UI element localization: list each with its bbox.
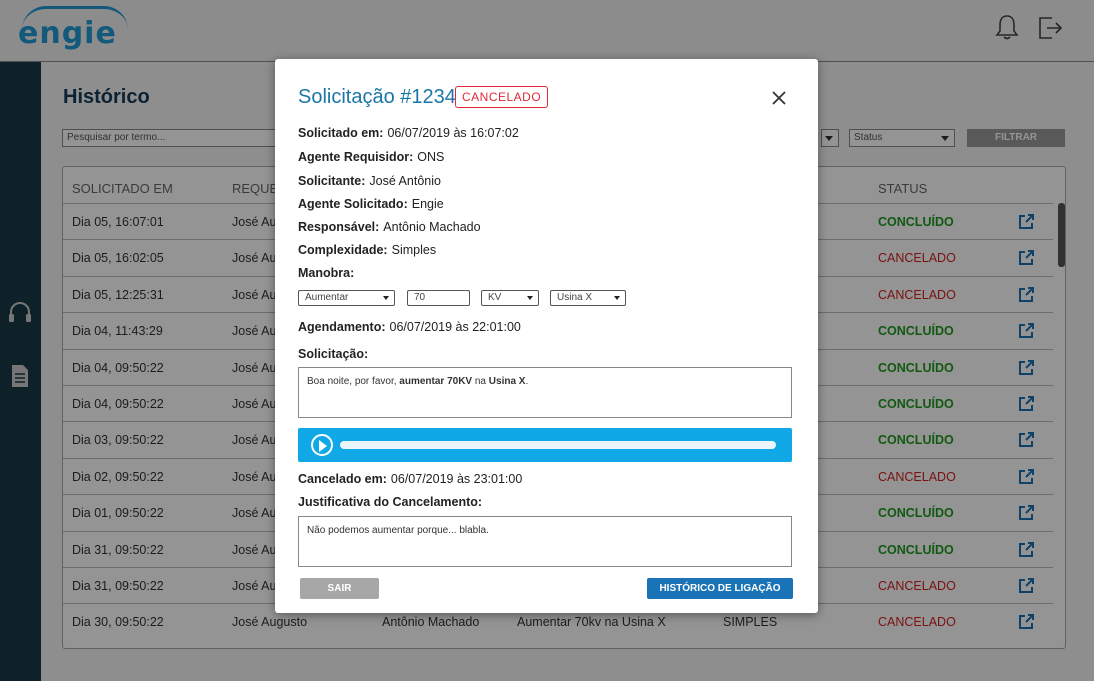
request-label: Solicitação: xyxy=(298,347,368,361)
request-text-bold: aumentar 70KV xyxy=(399,376,473,387)
canceled-at-field: Cancelado em: 06/07/2019 às 23:01:00 xyxy=(298,472,522,486)
call-history-button[interactable]: HISTÓRICO DE LIGAÇÃO xyxy=(647,578,793,599)
justification-textbox[interactable]: Não podemos aumentar porque... blabla. xyxy=(298,516,792,567)
requester-label: Solicitante: xyxy=(298,174,366,188)
schedule-value: 06/07/2019 às 22:01:00 xyxy=(389,320,521,334)
justification-label-text: Justificativa do Cancelamento: xyxy=(298,495,483,509)
requested-agent-field: Agente Solicitado: Engie xyxy=(298,197,444,211)
request-textbox: Boa noite, por favor, aumentar 70KV na U… xyxy=(298,367,792,418)
complexity-field: Complexidade: Simples xyxy=(298,243,436,257)
schedule-field: Agendamento: 06/07/2019 às 22:01:00 xyxy=(298,320,521,334)
exit-button[interactable]: SAIR xyxy=(300,578,379,599)
responsible-label: Responsável: xyxy=(298,220,380,234)
play-icon[interactable] xyxy=(311,434,333,456)
request-label-text: Solicitação: xyxy=(298,347,369,361)
maneuver-value-text: 70 xyxy=(414,292,426,303)
request-text-part: Boa noite, por favor, xyxy=(307,376,400,387)
maneuver-value-input[interactable]: 70 xyxy=(407,290,470,306)
schedule-label: Agendamento: xyxy=(298,320,386,334)
requested-at-label: Solicitado em: xyxy=(298,126,384,140)
maneuver-action-select[interactable]: Aumentar xyxy=(298,290,395,306)
request-text-part: . xyxy=(525,376,529,387)
justification-label: Justificativa do Cancelamento: xyxy=(298,495,482,509)
responsible-value: Antônio Machado xyxy=(383,220,481,234)
maneuver-unit-value: KV xyxy=(488,292,502,303)
maneuver-plant-value: Usina X xyxy=(557,292,593,303)
request-text-bold: Usina X xyxy=(488,376,526,387)
requester-value: José Antônio xyxy=(369,174,441,188)
request-details-modal: Solicitação #1234 CANCELADO Solicitado e… xyxy=(275,59,818,613)
audio-player xyxy=(298,428,792,462)
requester-agent-label: Agente Requisidor: xyxy=(298,150,414,164)
maneuver-label: Manobra: xyxy=(298,266,354,280)
maneuver-unit-select[interactable]: KV xyxy=(481,290,539,306)
maneuver-plant-select[interactable]: Usina X xyxy=(550,290,626,306)
maneuver-label-text: Manobra: xyxy=(298,266,355,280)
canceled-at-value: 06/07/2019 às 23:01:00 xyxy=(390,472,523,486)
complexity-value: Simples xyxy=(391,243,437,257)
modal-title: Solicitação #1234 xyxy=(298,86,456,108)
requested-agent-value: Engie xyxy=(411,197,444,211)
requester-agent-field: Agente Requisidor: ONS xyxy=(298,150,444,164)
complexity-label: Complexidade: xyxy=(298,243,388,257)
audio-progress-track[interactable] xyxy=(340,441,776,449)
requested-at-field: Solicitado em: 06/07/2019 às 16:07:02 xyxy=(298,126,519,140)
close-icon[interactable] xyxy=(771,90,787,106)
requester-field: Solicitante: José Antônio xyxy=(298,174,441,188)
status-badge: CANCELADO xyxy=(455,86,549,108)
requested-agent-label: Agente Solicitado: xyxy=(298,197,408,211)
canceled-at-label: Cancelado em: xyxy=(298,472,387,486)
maneuver-action-value: Aumentar xyxy=(305,292,349,303)
responsible-field: Responsável: Antônio Machado xyxy=(298,220,481,234)
request-text-part: na xyxy=(472,376,489,387)
requested-at-value: 06/07/2019 às 16:07:02 xyxy=(387,126,519,140)
requester-agent-value: ONS xyxy=(417,150,445,164)
